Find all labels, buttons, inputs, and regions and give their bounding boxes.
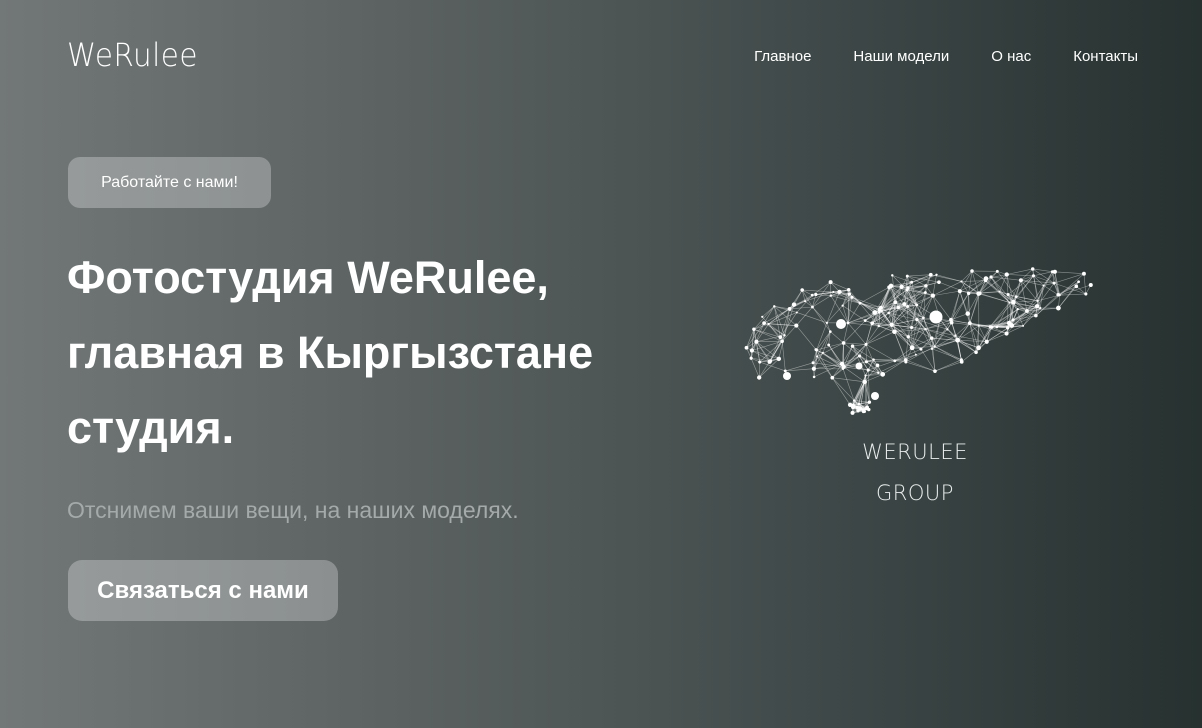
headline-line-1: Фотостудия WeRulee, [67, 252, 549, 303]
headline-line-3: студия. [67, 402, 235, 453]
work-with-us-label: Работайте с нами! [101, 173, 238, 191]
contact-us-button[interactable]: Связаться с нами [68, 560, 338, 621]
headline-line-2: главная в Кыргызстане [67, 327, 594, 378]
network-map-icon [744, 267, 1093, 415]
nav-link-home[interactable]: Главное [754, 48, 811, 65]
site-header: WeRulee Главное Наши модели О нас Контак… [0, 0, 1202, 115]
nav-link-models[interactable]: Наши модели [853, 48, 949, 65]
nav-link-contacts[interactable]: Контакты [1073, 48, 1138, 65]
site-logo[interactable]: WeRulee [67, 36, 198, 74]
main-nav: Главное Наши модели О нас Контакты [754, 48, 1138, 65]
work-with-us-tag[interactable]: Работайте с нами! [68, 157, 271, 208]
nav-link-about[interactable]: О нас [991, 48, 1031, 65]
network-map-graphic [725, 250, 1140, 430]
hero-subtitle: Отснимем ваши вещи, на наших моделях. [67, 497, 519, 523]
brand-graphic-line-1: WERULEE [862, 440, 968, 464]
brand-graphic-line-2: GROUP [876, 481, 954, 505]
hero-headline: Фотостудия WeRulee, главная в Кыргызстан… [67, 240, 687, 465]
